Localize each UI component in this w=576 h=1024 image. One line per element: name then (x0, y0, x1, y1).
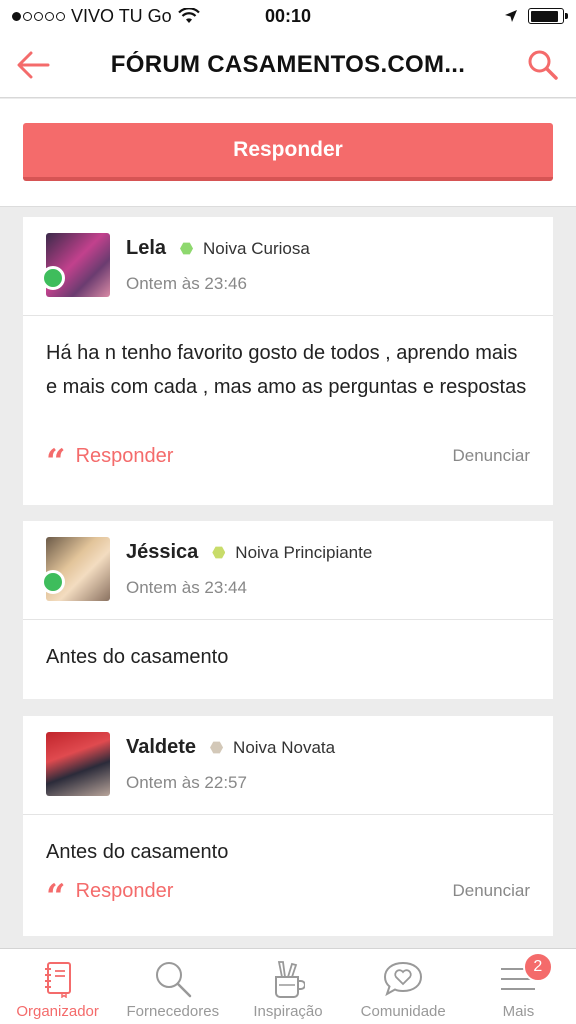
page-title: FÓRUM CASAMENTOS.COM... (110, 50, 466, 78)
tab-label: Inspiração (253, 1003, 323, 1020)
quote-reply-button[interactable]: “ Responder (46, 433, 174, 482)
back-button[interactable] (0, 32, 66, 98)
nav-bar: FÓRUM CASAMENTOS.COM... (0, 32, 576, 98)
rank-hexagon-icon (210, 741, 224, 754)
organizer-book-icon (42, 957, 74, 1001)
search-icon (528, 50, 558, 80)
user-rank: Noiva Principiante (235, 542, 373, 562)
post-timestamp: Ontem às 22:57 (126, 773, 247, 792)
avatar[interactable] (46, 732, 110, 796)
reply-button[interactable]: Responder (23, 123, 553, 181)
report-link[interactable]: Denunciar (453, 446, 531, 466)
status-bar: VIVO TU Go 00:10 (0, 0, 576, 32)
tab-label: Mais (502, 1003, 535, 1020)
user-rank: Noiva Curiosa (203, 238, 310, 258)
forum-post: Lela Noiva Curiosa Ontem às 23:46 Há ha … (23, 217, 553, 505)
status-left: VIVO TU Go (12, 6, 504, 27)
tab-organizador[interactable]: Organizador (0, 949, 115, 1024)
report-link[interactable]: Denunciar (453, 881, 531, 901)
quote-icon: “ (46, 877, 66, 917)
notification-badge: 2 (522, 952, 553, 982)
arrow-left-icon (17, 51, 50, 78)
post-timestamp: Ontem às 23:44 (126, 578, 247, 597)
username[interactable]: Valdete (126, 736, 196, 759)
username[interactable]: Jéssica (126, 541, 198, 564)
heart-chat-icon (382, 957, 424, 1001)
online-status-indicator (41, 570, 65, 594)
location-arrow-icon (505, 10, 517, 22)
quote-icon: “ (46, 442, 66, 482)
rank-hexagon-icon (180, 242, 194, 255)
tab-label: Organizador (16, 1003, 99, 1020)
pencil-cup-icon (271, 957, 305, 1001)
post-header: Lela Noiva Curiosa Ontem às 23:46 (23, 217, 553, 316)
reply-area: Responder (0, 99, 576, 207)
user-rank: Noiva Novata (233, 737, 336, 757)
signal-strength-icon (12, 11, 65, 21)
post-body: Antes do casamento (46, 646, 229, 668)
rank-hexagon-icon (212, 546, 226, 559)
post-body: Antes do casamento (46, 841, 229, 863)
status-right (504, 8, 568, 24)
post-actions: “ Responder Denunciar (46, 433, 531, 482)
carrier-name: VIVO TU Go (71, 5, 172, 26)
user-line: Jéssica Noiva Principiante (126, 541, 372, 564)
tab-fornecedores[interactable]: Fornecedores (115, 949, 230, 1024)
tab-label: Fornecedores (126, 1003, 220, 1020)
post-actions: “ Responder Denunciar (46, 868, 531, 917)
post-timestamp: Ontem às 23:46 (126, 274, 247, 293)
tab-comunidade[interactable]: Comunidade (346, 949, 461, 1024)
user-line: Lela Noiva Curiosa (126, 237, 310, 260)
battery-icon (528, 8, 568, 24)
tab-bar: Organizador Fornecedores Inspiração Comu… (0, 948, 576, 1024)
post-header: Valdete Noiva Novata Ontem às 22:57 (23, 716, 553, 815)
tab-label: Comunidade (360, 1003, 446, 1020)
quote-reply-button[interactable]: “ Responder (46, 868, 174, 917)
quote-reply-label: Responder (75, 444, 174, 467)
forum-post: Valdete Noiva Novata Ontem às 22:57 Ante… (23, 716, 553, 936)
search-button[interactable] (510, 32, 576, 98)
user-line: Valdete Noiva Novata (126, 736, 335, 759)
online-status-indicator (41, 266, 65, 290)
quote-reply-label: Responder (75, 879, 174, 902)
username[interactable]: Lela (126, 237, 166, 260)
search-icon (153, 957, 193, 1001)
wifi-icon (177, 8, 200, 23)
post-body: Há ha n tenho favorito gosto de todos , … (46, 342, 527, 398)
post-header: Jéssica Noiva Principiante Ontem às 23:4… (23, 521, 553, 620)
tab-inspiracao[interactable]: Inspiração (230, 949, 345, 1024)
tab-mais[interactable]: Mais 2 (461, 949, 576, 1024)
forum-post: Jéssica Noiva Principiante Ontem às 23:4… (23, 521, 553, 699)
